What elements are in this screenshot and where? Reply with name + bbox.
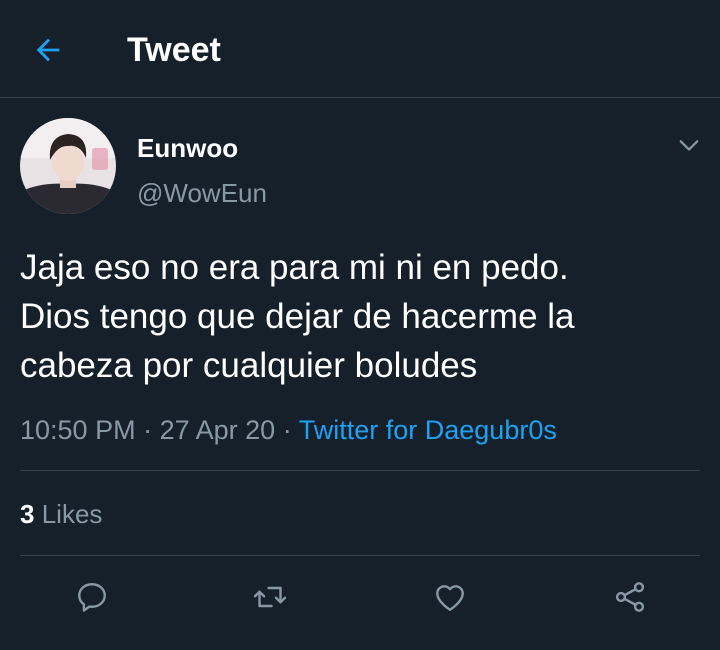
arrow-left-icon (36, 38, 60, 62)
author-display-name[interactable]: Eunwoo (137, 132, 238, 164)
tweet-options-button[interactable] (674, 130, 704, 160)
avatar[interactable] (20, 118, 116, 214)
reply-button[interactable] (70, 575, 114, 619)
meta-separator: · (143, 415, 153, 445)
divider (20, 470, 700, 471)
share-nodes-icon (615, 582, 645, 612)
chevron-down-icon (679, 140, 699, 151)
likes-label: Likes (41, 499, 103, 529)
tweet-text: Jaja eso no era para mi ni en pedo. Dios… (20, 248, 575, 385)
profile-photo (20, 118, 116, 214)
speech-bubble-icon (78, 583, 106, 612)
meta-separator: · (282, 415, 292, 445)
tweet-meta: 10:50 PM · 27 Apr 20 · Twitter for Daegu… (20, 412, 557, 448)
page-title: Tweet (127, 31, 221, 69)
back-button[interactable] (28, 30, 68, 70)
tweet-source-link[interactable]: Twitter for Daegubr0s (299, 415, 557, 445)
tweet-date: 27 Apr 20 (159, 415, 276, 445)
tweet-time: 10:50 PM (20, 415, 136, 445)
like-button[interactable] (428, 575, 472, 619)
retweet-button[interactable] (248, 575, 292, 619)
top-bar: Tweet (0, 0, 720, 98)
retweet-arrows-icon (253, 586, 287, 608)
share-button[interactable] (608, 575, 652, 619)
divider (20, 555, 700, 556)
likes-count: 3 (20, 499, 35, 529)
likes-stat[interactable]: 3 Likes (20, 497, 102, 531)
heart-icon (436, 585, 464, 611)
author-handle[interactable]: @WowEun (137, 176, 267, 210)
